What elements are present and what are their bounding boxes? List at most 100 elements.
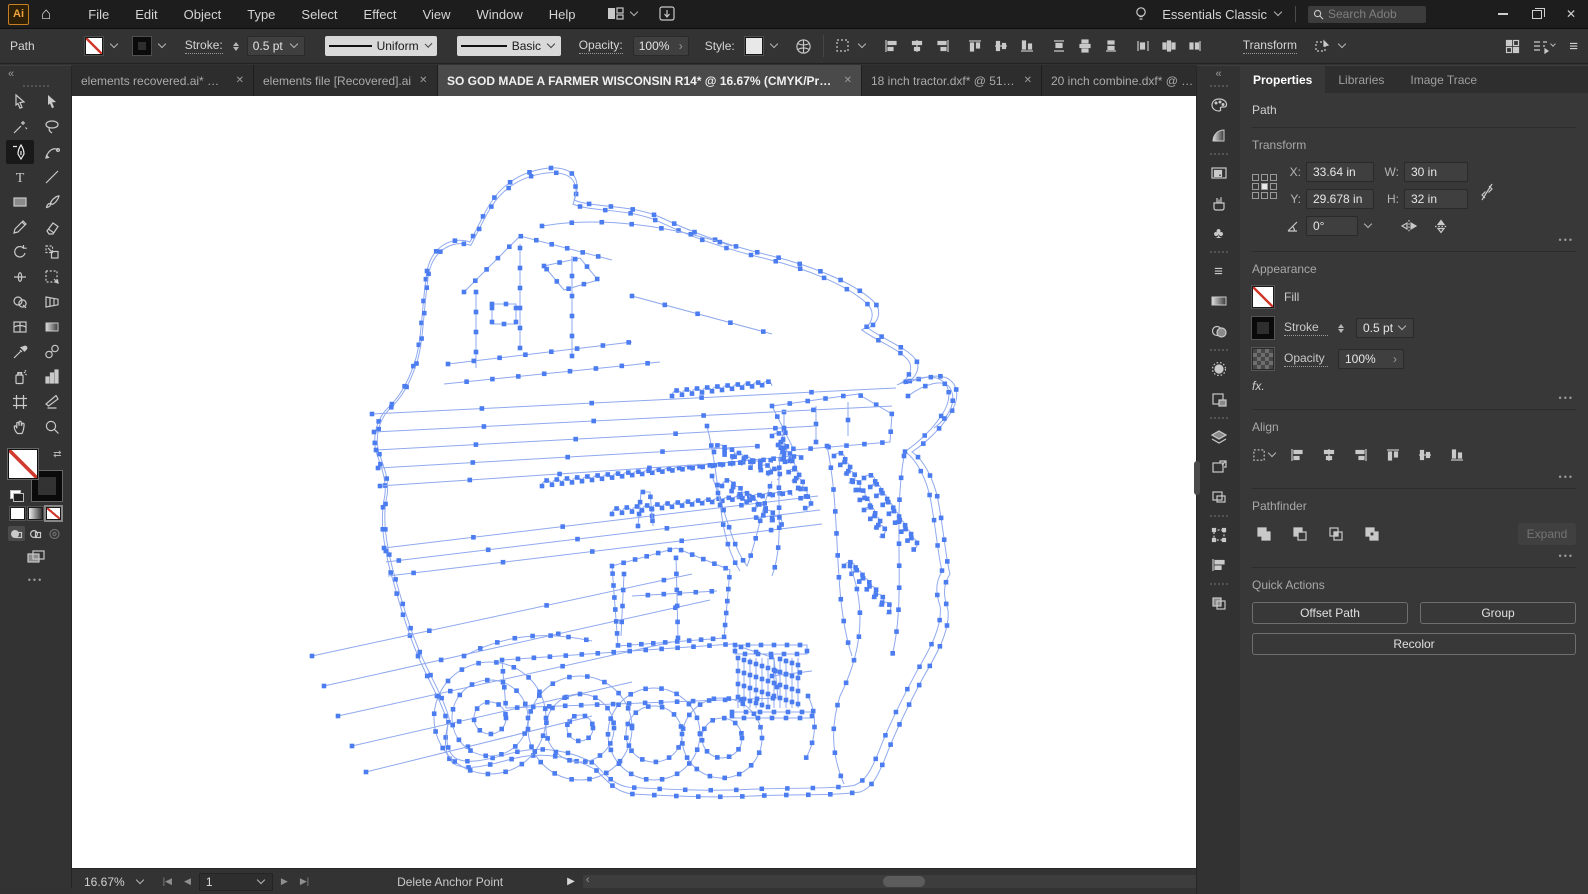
- tab-close-icon[interactable]: ✕: [1024, 75, 1032, 86]
- pathfinder-more-options[interactable]: •••: [1559, 551, 1574, 561]
- group-button[interactable]: Group: [1420, 602, 1576, 624]
- symbols-panel-icon[interactable]: ♣: [1197, 218, 1240, 248]
- appearance-opacity-field[interactable]: 100%›: [1338, 349, 1404, 369]
- first-artboard-icon[interactable]: |◀: [159, 876, 176, 887]
- distribute-h-center-button[interactable]: [1157, 35, 1181, 57]
- share-document-icon[interactable]: [657, 5, 677, 23]
- document-tab[interactable]: elements file [Recovered].ai✕: [254, 65, 438, 96]
- zoom-tool[interactable]: [38, 415, 66, 439]
- eraser-tool[interactable]: [38, 215, 66, 239]
- fill-swatch[interactable]: [85, 37, 103, 55]
- distribute-v-top-button[interactable]: [1047, 35, 1071, 57]
- pathfinder-intersect-button[interactable]: [1324, 523, 1348, 545]
- menu-edit[interactable]: Edit: [122, 2, 170, 27]
- wisconsin-outer-outline[interactable]: [373, 166, 959, 799]
- reference-point-locator[interactable]: [1252, 174, 1277, 199]
- document-tab[interactable]: elements recovered.ai* @ ...✕: [72, 65, 254, 96]
- flip-horizontal-icon[interactable]: [1400, 219, 1418, 233]
- panel-align-top-button[interactable]: [1381, 444, 1405, 466]
- planter-bar-paths[interactable]: [382, 379, 822, 576]
- menu-help[interactable]: Help: [536, 2, 589, 27]
- artboard-tool[interactable]: [6, 390, 34, 414]
- lasso-tool[interactable]: [38, 115, 66, 139]
- toolbar-collapse-icon[interactable]: «: [8, 68, 14, 80]
- appearance-stroke-swatch[interactable]: [1252, 317, 1274, 339]
- opacity-link[interactable]: Opacity: [1284, 351, 1328, 367]
- stroke-weight-link[interactable]: Stroke:: [185, 38, 223, 54]
- transform-h-field[interactable]: 32 in: [1404, 189, 1468, 209]
- document-layout-icon[interactable]: [607, 6, 625, 22]
- paintbrush-tool[interactable]: [38, 190, 66, 214]
- tab-close-icon[interactable]: ✕: [419, 75, 427, 86]
- layout-chevron-icon[interactable]: [629, 8, 637, 16]
- pen-tool-delete-anchor[interactable]: [6, 140, 34, 164]
- transform-w-field[interactable]: 30 in: [1404, 162, 1468, 182]
- document-flow-icon[interactable]: [1532, 39, 1549, 54]
- transform-x-field[interactable]: 33.64 in: [1306, 162, 1374, 182]
- zoom-chevron-icon[interactable]: [135, 875, 143, 883]
- stroke-chevron-icon[interactable]: [157, 40, 165, 48]
- recolor-button[interactable]: Recolor: [1252, 633, 1576, 655]
- align-bottom-button[interactable]: [1015, 35, 1039, 57]
- align-v-center-button[interactable]: [989, 35, 1013, 57]
- workspace-switcher[interactable]: Essentials Classic: [1162, 7, 1267, 22]
- tab-properties[interactable]: Properties: [1240, 66, 1325, 93]
- color-panel-icon[interactable]: [1197, 90, 1240, 120]
- color-mode-button[interactable]: [10, 507, 25, 520]
- menu-type[interactable]: Type: [234, 2, 288, 27]
- align-h-center-button[interactable]: [905, 35, 929, 57]
- draw-normal-mode[interactable]: [8, 526, 25, 541]
- align-right-button[interactable]: [931, 35, 955, 57]
- swatches-panel-icon[interactable]: [1197, 158, 1240, 188]
- distribute-h-left-button[interactable]: [1131, 35, 1155, 57]
- scale-tool[interactable]: [38, 240, 66, 264]
- corn-cob-paths[interactable]: [705, 424, 920, 656]
- wisconsin-inner-outline[interactable]: [376, 171, 950, 793]
- menu-select[interactable]: Select: [288, 2, 350, 27]
- fill-color-swatch[interactable]: [8, 449, 38, 479]
- fill-stroke-widget[interactable]: ⇄: [8, 449, 64, 501]
- dock-resize-handle[interactable]: [1194, 461, 1200, 495]
- rectangle-tool[interactable]: [6, 190, 34, 214]
- tab-close-icon[interactable]: ✕: [236, 75, 244, 86]
- align-more-options[interactable]: •••: [1559, 472, 1574, 482]
- expand-button[interactable]: Expand: [1518, 523, 1576, 545]
- slice-tool[interactable]: [38, 390, 66, 414]
- horizontal-scroll-thumb[interactable]: [883, 876, 925, 887]
- panel-align-right-button[interactable]: [1349, 444, 1373, 466]
- artboards-panel-icon[interactable]: [1197, 452, 1240, 482]
- gradient-tool[interactable]: [38, 315, 66, 339]
- status-menu-icon[interactable]: ▶: [567, 876, 575, 887]
- close-button[interactable]: ✕: [1554, 0, 1588, 28]
- screen-mode-icon[interactable]: [26, 549, 46, 565]
- menu-object[interactable]: Object: [171, 2, 235, 27]
- artboard-number-field[interactable]: 1: [199, 873, 273, 891]
- toolbar-more-icon[interactable]: •••: [0, 575, 71, 585]
- swap-fill-stroke-icon[interactable]: ⇄: [53, 449, 61, 460]
- menu-file[interactable]: File: [75, 2, 122, 27]
- type-tool[interactable]: T: [6, 165, 34, 189]
- brush-dropdown[interactable]: Basic: [457, 36, 561, 56]
- transform-y-field[interactable]: 29.678 in: [1306, 189, 1374, 209]
- distribute-h-right-button[interactable]: [1183, 35, 1207, 57]
- dock-collapse-icon[interactable]: «: [1215, 68, 1221, 80]
- appearance-more-options[interactable]: •••: [1559, 393, 1574, 403]
- stroke-weight-stepper[interactable]: [1338, 324, 1344, 333]
- blend-tool[interactable]: [38, 340, 66, 364]
- transform-panel-icon[interactable]: [1197, 520, 1240, 550]
- barn-paths[interactable]: [444, 220, 772, 384]
- distribute-v-bottom-button[interactable]: [1099, 35, 1123, 57]
- gradient-panel-icon[interactable]: [1197, 120, 1240, 150]
- panel-align-bottom-button[interactable]: [1445, 444, 1469, 466]
- scroll-left-icon[interactable]: ‹: [586, 874, 590, 886]
- distribute-v-center-button[interactable]: [1073, 35, 1097, 57]
- width-profile-dropdown[interactable]: Uniform: [325, 36, 437, 56]
- artboard-canvas[interactable]: [72, 96, 1252, 868]
- transparency-panel-icon[interactable]: [1197, 316, 1240, 346]
- curvature-tool[interactable]: [38, 140, 66, 164]
- graphic-styles-panel-icon[interactable]: [1197, 384, 1240, 414]
- horizontal-scrollbar[interactable]: ‹ ›: [583, 875, 1264, 888]
- stroke-weight-field[interactable]: 0.5 pt: [247, 36, 305, 56]
- pencil-tool[interactable]: [6, 215, 34, 239]
- mesh-tool[interactable]: [6, 315, 34, 339]
